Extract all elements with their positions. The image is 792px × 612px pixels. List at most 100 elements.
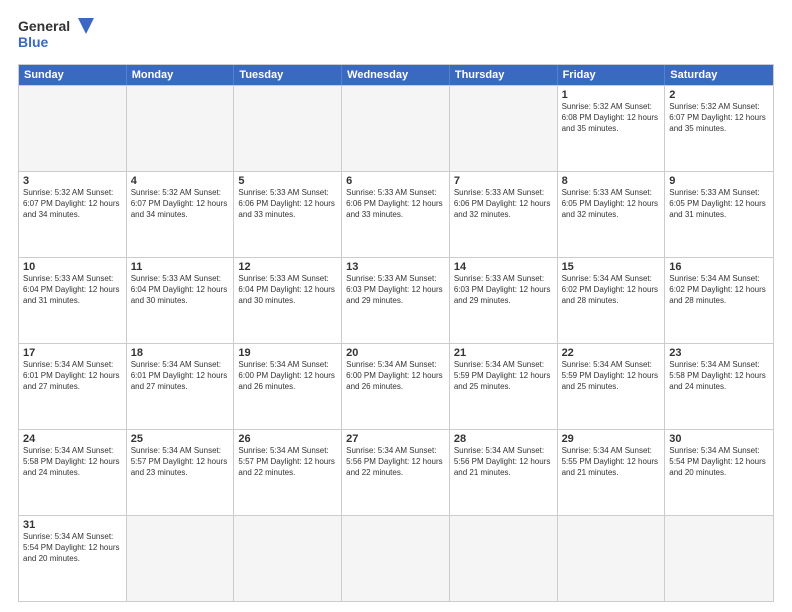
day-number: 28 [454, 433, 553, 445]
day-number: 21 [454, 347, 553, 359]
day-info: Sunrise: 5:32 AM Sunset: 6:07 PM Dayligh… [23, 188, 122, 220]
calendar-week-row: 1Sunrise: 5:32 AM Sunset: 6:08 PM Daylig… [19, 85, 773, 171]
calendar-week-row: 17 Sunrise: 5:34 AM Sunset: 6:01 PM Dayli… [19, 343, 773, 429]
day-info: Sunrise: 5:34 AM Sunset: 6:02 PM Dayligh… [562, 274, 661, 306]
day-number: 3 [23, 175, 122, 187]
day-info: Sunrise: 5:33 AM Sunset: 6:06 PM Dayligh… [346, 188, 445, 220]
day-info: Sunrise: 5:32 AM Sunset: 6:07 PM Dayligh… [131, 188, 230, 220]
day-number: 20 [346, 347, 445, 359]
calendar-day-cell: 23Sunrise: 5:34 AM Sunset: 5:58 PM Dayli… [665, 344, 773, 429]
calendar-day-cell: 17Sunrise: 5:34 AM Sunset: 6:01 PM Dayli… [19, 344, 127, 429]
page: General Blue SundayMondayTuesdayWednesda… [0, 0, 792, 612]
day-number: 8 [562, 175, 661, 187]
calendar-day-cell: 15Sunrise: 5:34 AM Sunset: 6:02 PM Dayli… [558, 258, 666, 343]
logo: General Blue [18, 16, 98, 56]
calendar-day-cell [19, 86, 127, 171]
day-number: 18 [131, 347, 230, 359]
day-number: 15 [562, 261, 661, 273]
calendar-day-cell: 31Sunrise: 5:34 AM Sunset: 5:54 PM Dayli… [19, 516, 127, 601]
calendar-day-cell: 5Sunrise: 5:33 AM Sunset: 6:06 PM Daylig… [234, 172, 342, 257]
header: General Blue [18, 16, 774, 56]
day-number: 5 [238, 175, 337, 187]
day-number: 29 [562, 433, 661, 445]
day-info: Sunrise: 5:33 AM Sunset: 6:06 PM Dayligh… [454, 188, 553, 220]
calendar-day-cell: 10Sunrise: 5:33 AM Sunset: 6:04 PM Dayli… [19, 258, 127, 343]
calendar-day-cell: 21Sunrise: 5:34 AM Sunset: 5:59 PM Dayli… [450, 344, 558, 429]
day-number: 27 [346, 433, 445, 445]
day-number: 24 [23, 433, 122, 445]
day-info: Sunrise: 5:34 AM Sunset: 6:01 PM Dayligh… [131, 360, 230, 392]
calendar-day-cell [450, 86, 558, 171]
day-info: Sunrise: 5:32 AM Sunset: 6:08 PM Dayligh… [562, 102, 661, 134]
svg-text:General: General [18, 18, 70, 34]
day-info: Sunrise: 5:33 AM Sunset: 6:04 PM Dayligh… [131, 274, 230, 306]
day-number: 11 [131, 261, 230, 273]
calendar-day-cell: 9Sunrise: 5:33 AM Sunset: 6:05 PM Daylig… [665, 172, 773, 257]
day-info: Sunrise: 5:34 AM Sunset: 5:59 PM Dayligh… [454, 360, 553, 392]
day-info: Sunrise: 5:34 AM Sunset: 5:54 PM Dayligh… [669, 446, 769, 478]
day-info: Sunrise: 5:33 AM Sunset: 6:06 PM Dayligh… [238, 188, 337, 220]
calendar-day-cell: 2Sunrise: 5:32 AM Sunset: 6:07 PM Daylig… [665, 86, 773, 171]
calendar-day-cell: 16Sunrise: 5:34 AM Sunset: 6:02 PM Dayli… [665, 258, 773, 343]
calendar-header-row: SundayMondayTuesdayWednesdayThursdayFrid… [19, 65, 773, 85]
day-number: 13 [346, 261, 445, 273]
calendar-day-cell [450, 516, 558, 601]
calendar-header-cell: Thursday [450, 65, 558, 85]
day-number: 23 [669, 347, 769, 359]
calendar-day-cell: 26Sunrise: 5:34 AM Sunset: 5:57 PM Dayli… [234, 430, 342, 515]
calendar-day-cell [665, 516, 773, 601]
day-info: Sunrise: 5:34 AM Sunset: 5:57 PM Dayligh… [238, 446, 337, 478]
calendar-day-cell [127, 516, 235, 601]
calendar-header-cell: Wednesday [342, 65, 450, 85]
calendar-day-cell [558, 516, 666, 601]
calendar-day-cell [234, 516, 342, 601]
day-info: Sunrise: 5:32 AM Sunset: 6:07 PM Dayligh… [669, 102, 769, 134]
calendar-day-cell: 30Sunrise: 5:34 AM Sunset: 5:54 PM Dayli… [665, 430, 773, 515]
day-number: 1 [562, 89, 661, 101]
day-info: Sunrise: 5:34 AM Sunset: 5:56 PM Dayligh… [454, 446, 553, 478]
calendar-day-cell: 6Sunrise: 5:33 AM Sunset: 6:06 PM Daylig… [342, 172, 450, 257]
calendar-day-cell: 8Sunrise: 5:33 AM Sunset: 6:05 PM Daylig… [558, 172, 666, 257]
calendar-day-cell [127, 86, 235, 171]
calendar-day-cell: 12Sunrise: 5:33 AM Sunset: 6:04 PM Dayli… [234, 258, 342, 343]
day-number: 12 [238, 261, 337, 273]
calendar-day-cell: 24Sunrise: 5:34 AM Sunset: 5:58 PM Dayli… [19, 430, 127, 515]
calendar-day-cell [342, 86, 450, 171]
day-number: 14 [454, 261, 553, 273]
calendar-week-row: 3Sunrise: 5:32 AM Sunset: 6:07 PM Daylig… [19, 171, 773, 257]
calendar-day-cell: 1Sunrise: 5:32 AM Sunset: 6:08 PM Daylig… [558, 86, 666, 171]
day-info: Sunrise: 5:33 AM Sunset: 6:04 PM Dayligh… [23, 274, 122, 306]
day-number: 30 [669, 433, 769, 445]
calendar-body: 1Sunrise: 5:32 AM Sunset: 6:08 PM Daylig… [19, 85, 773, 601]
day-number: 26 [238, 433, 337, 445]
calendar-week-row: 31Sunrise: 5:34 AM Sunset: 5:54 PM Dayli… [19, 515, 773, 601]
day-number: 25 [131, 433, 230, 445]
day-number: 17 [23, 347, 122, 359]
day-number: 22 [562, 347, 661, 359]
day-info: Sunrise: 5:34 AM Sunset: 5:56 PM Dayligh… [346, 446, 445, 478]
calendar-header-cell: Monday [127, 65, 235, 85]
day-info: Sunrise: 5:33 AM Sunset: 6:05 PM Dayligh… [669, 188, 769, 220]
calendar-day-cell: 29Sunrise: 5:34 AM Sunset: 5:55 PM Dayli… [558, 430, 666, 515]
svg-text:Blue: Blue [18, 34, 49, 50]
calendar-day-cell: 25Sunrise: 5:34 AM Sunset: 5:57 PM Dayli… [127, 430, 235, 515]
day-info: Sunrise: 5:34 AM Sunset: 6:00 PM Dayligh… [346, 360, 445, 392]
calendar-header-cell: Friday [558, 65, 666, 85]
day-number: 10 [23, 261, 122, 273]
calendar-day-cell: 14Sunrise: 5:33 AM Sunset: 6:03 PM Dayli… [450, 258, 558, 343]
calendar-header-cell: Saturday [665, 65, 773, 85]
generalblue-logo-icon: General Blue [18, 16, 98, 56]
calendar-day-cell: 27Sunrise: 5:34 AM Sunset: 5:56 PM Dayli… [342, 430, 450, 515]
calendar-day-cell: 20Sunrise: 5:34 AM Sunset: 6:00 PM Dayli… [342, 344, 450, 429]
calendar-day-cell: 28Sunrise: 5:34 AM Sunset: 5:56 PM Dayli… [450, 430, 558, 515]
calendar-day-cell: 3Sunrise: 5:32 AM Sunset: 6:07 PM Daylig… [19, 172, 127, 257]
day-info: Sunrise: 5:33 AM Sunset: 6:05 PM Dayligh… [562, 188, 661, 220]
calendar-week-row: 10Sunrise: 5:33 AM Sunset: 6:04 PM Dayli… [19, 257, 773, 343]
day-number: 31 [23, 519, 122, 531]
calendar-day-cell: 22Sunrise: 5:34 AM Sunset: 5:59 PM Dayli… [558, 344, 666, 429]
calendar-day-cell [342, 516, 450, 601]
calendar-day-cell: 19Sunrise: 5:34 AM Sunset: 6:00 PM Dayli… [234, 344, 342, 429]
day-number: 2 [669, 89, 769, 101]
day-info: Sunrise: 5:34 AM Sunset: 6:00 PM Dayligh… [238, 360, 337, 392]
calendar-day-cell: 18Sunrise: 5:34 AM Sunset: 6:01 PM Dayli… [127, 344, 235, 429]
